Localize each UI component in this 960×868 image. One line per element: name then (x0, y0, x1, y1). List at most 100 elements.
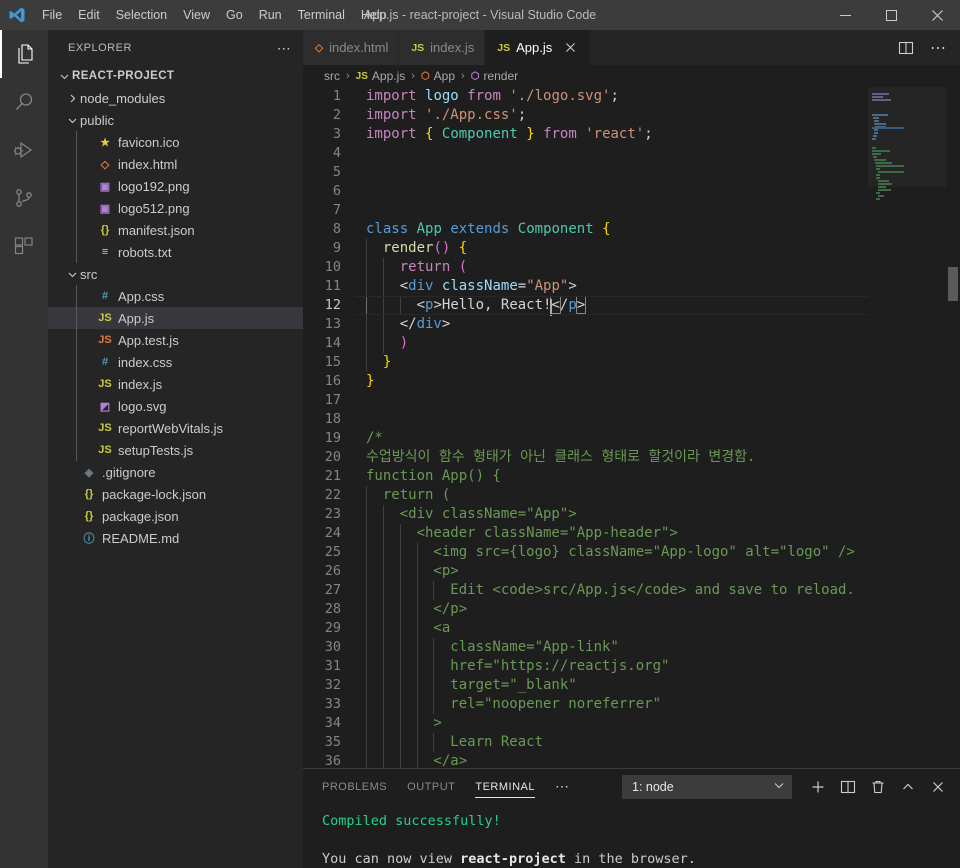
code-line[interactable]: 7 (303, 201, 868, 220)
code-line[interactable]: 18 (303, 410, 868, 429)
code-line[interactable]: 26 <p> (303, 562, 868, 581)
close-button[interactable] (914, 0, 960, 30)
breadcrumb-item-app[interactable]: ⬡ App (419, 69, 457, 83)
close-panel-button[interactable] (924, 773, 952, 801)
code-line[interactable]: 16} (303, 372, 868, 391)
tree-root-react-project[interactable]: REACT-PROJECT (48, 65, 303, 87)
terminal-output[interactable]: Compiled successfully! You can now view r… (303, 804, 960, 868)
code-line[interactable]: 1 import logo from './logo.svg'; (303, 87, 868, 106)
code-line[interactable]: 28 </p> (303, 600, 868, 619)
code-line[interactable]: 22 return ( (303, 486, 868, 505)
code-line[interactable]: 29 <a (303, 619, 868, 638)
tree-item-reportwebvitals-js[interactable]: JS reportWebVitals.js (48, 417, 303, 439)
code-line[interactable]: 21 function App() { (303, 467, 868, 486)
tree-item-setuptests-js[interactable]: JS setupTests.js (48, 439, 303, 461)
menu-selection[interactable]: Selection (108, 0, 175, 30)
minimap[interactable] (868, 87, 946, 768)
code-line[interactable]: 15 } (303, 353, 868, 372)
breadcrumb-item-src[interactable]: src (322, 69, 342, 83)
code-scroll-region[interactable]: 1 import logo from './logo.svg'; 2 import '… (303, 87, 868, 768)
activitybar-item-source-control[interactable] (0, 174, 48, 222)
tree-item-favicon-ico[interactable]: ★ favicon.ico (48, 131, 303, 153)
maximize-panel-button[interactable] (894, 773, 922, 801)
code-line[interactable]: 2 import './App.css'; (303, 106, 868, 125)
editor-tab-app-js[interactable]: JS App.js (485, 30, 592, 65)
code-line[interactable]: 25 <img src={logo} className="App-logo" … (303, 543, 868, 562)
panel-tab-output[interactable]: OUTPUT (397, 769, 465, 804)
code-line[interactable]: 30 className="App-link" (303, 638, 868, 657)
tree-item-logo192-png[interactable]: ▣ logo192.png (48, 175, 303, 197)
tree-item-node-modules[interactable]: node_modules (48, 87, 303, 109)
code-line[interactable]: 4 (303, 144, 868, 163)
maximize-button[interactable] (868, 0, 914, 30)
code-line[interactable]: 10 return ( (303, 258, 868, 277)
tree-item--gitignore[interactable]: ◈ .gitignore (48, 461, 303, 483)
split-editor-icon[interactable] (892, 33, 920, 63)
tree-item-index-html[interactable]: ◇ index.html (48, 153, 303, 175)
tree-item-package-lock-json[interactable]: {} package-lock.json (48, 483, 303, 505)
code-line[interactable]: 20 수업방식이 함수 형태가 아닌 클래스 형태로 할것이라 변경함. (303, 448, 868, 467)
code-line[interactable]: 32 target="_blank" (303, 676, 868, 695)
code-line[interactable]: 13 </div> (303, 315, 868, 334)
more-editor-actions-icon[interactable]: ⋯ (924, 33, 952, 63)
activitybar-item-explorer[interactable] (0, 30, 48, 78)
minimize-button[interactable] (822, 0, 868, 30)
code-line[interactable]: 31 href="https://reactjs.org" (303, 657, 868, 676)
tree-item-index-js[interactable]: JS index.js (48, 373, 303, 395)
tree-item-public[interactable]: public (48, 109, 303, 131)
split-terminal-button[interactable] (834, 773, 862, 801)
menu-go[interactable]: Go (218, 0, 251, 30)
code-line[interactable]: 17 (303, 391, 868, 410)
breadcrumb-item-render[interactable]: ⬡ render (469, 69, 520, 83)
code-line[interactable]: 24 <header className="App-header"> (303, 524, 868, 543)
new-terminal-button[interactable] (804, 773, 832, 801)
code-line[interactable]: 9 render() { (303, 239, 868, 258)
tree-item-logo512-png[interactable]: ▣ logo512.png (48, 197, 303, 219)
tree-item-app-js[interactable]: JS App.js (48, 307, 303, 329)
code-line[interactable]: 8 class App extends Component { (303, 220, 868, 239)
code-line[interactable]: 6 (303, 182, 868, 201)
code-line[interactable]: 5 (303, 163, 868, 182)
tree-item-manifest-json[interactable]: {} manifest.json (48, 219, 303, 241)
panel-more-tabs-icon[interactable]: ⋯ (545, 769, 579, 804)
code-line[interactable]: 12 <p>Hello, React!</p> (303, 296, 868, 316)
tree-item-robots-txt[interactable]: ≡ robots.txt (48, 241, 303, 263)
menu-view[interactable]: View (175, 0, 218, 30)
menu-help[interactable]: Help (353, 0, 395, 30)
code-line[interactable]: 33 rel="noopener noreferrer" (303, 695, 868, 714)
editor-tab-index-js[interactable]: JS index.js (399, 30, 486, 65)
terminal-selector[interactable]: 1: node (622, 774, 792, 799)
editor-vertical-scrollbar[interactable] (946, 87, 960, 768)
code-line[interactable]: 19 /* (303, 429, 868, 448)
code-line[interactable]: 35 Learn React (303, 733, 868, 752)
kill-terminal-button[interactable] (864, 773, 892, 801)
menu-edit[interactable]: Edit (70, 0, 108, 30)
menu-terminal[interactable]: Terminal (290, 0, 353, 30)
activitybar-item-run-and-debug[interactable] (0, 126, 48, 174)
code-line[interactable]: 27 Edit <code>src/App.js</code> and save… (303, 581, 868, 600)
tree-item-app-css[interactable]: # App.css (48, 285, 303, 307)
code-line[interactable]: 14 ) (303, 334, 868, 353)
activitybar-item-search[interactable] (0, 78, 48, 126)
tree-item-index-css[interactable]: # index.css (48, 351, 303, 373)
code-line[interactable]: 36 </a> (303, 752, 868, 768)
menu-file[interactable]: File (34, 0, 70, 30)
tree-item-app-test-js[interactable]: JS App.test.js (48, 329, 303, 351)
tree-item-package-json[interactable]: {} package.json (48, 505, 303, 527)
panel-tab-terminal[interactable]: TERMINAL (465, 769, 545, 804)
code-line[interactable]: 23 <div className="App"> (303, 505, 868, 524)
activitybar-item-extensions[interactable] (0, 222, 48, 270)
panel-tab-problems[interactable]: PROBLEMS (322, 769, 397, 804)
close-tab-icon[interactable] (560, 38, 580, 58)
code-line[interactable]: 3 import { Component } from 'react'; (303, 125, 868, 144)
editor-scrollbar-thumb[interactable] (948, 267, 958, 301)
tree-item-src[interactable]: src (48, 263, 303, 285)
code-line[interactable]: 11 <div className="App"> (303, 277, 868, 296)
breadcrumb-item-app-js[interactable]: JS App.js (354, 69, 408, 83)
tree-item-readme-md[interactable]: ⓘ README.md (48, 527, 303, 549)
code-line[interactable]: 34 > (303, 714, 868, 733)
explorer-more-actions-icon[interactable]: ⋯ (273, 37, 295, 59)
menu-run[interactable]: Run (251, 0, 290, 30)
editor-tab-index-html[interactable]: ◇ index.html (303, 30, 400, 65)
tree-item-logo-svg[interactable]: ◩ logo.svg (48, 395, 303, 417)
